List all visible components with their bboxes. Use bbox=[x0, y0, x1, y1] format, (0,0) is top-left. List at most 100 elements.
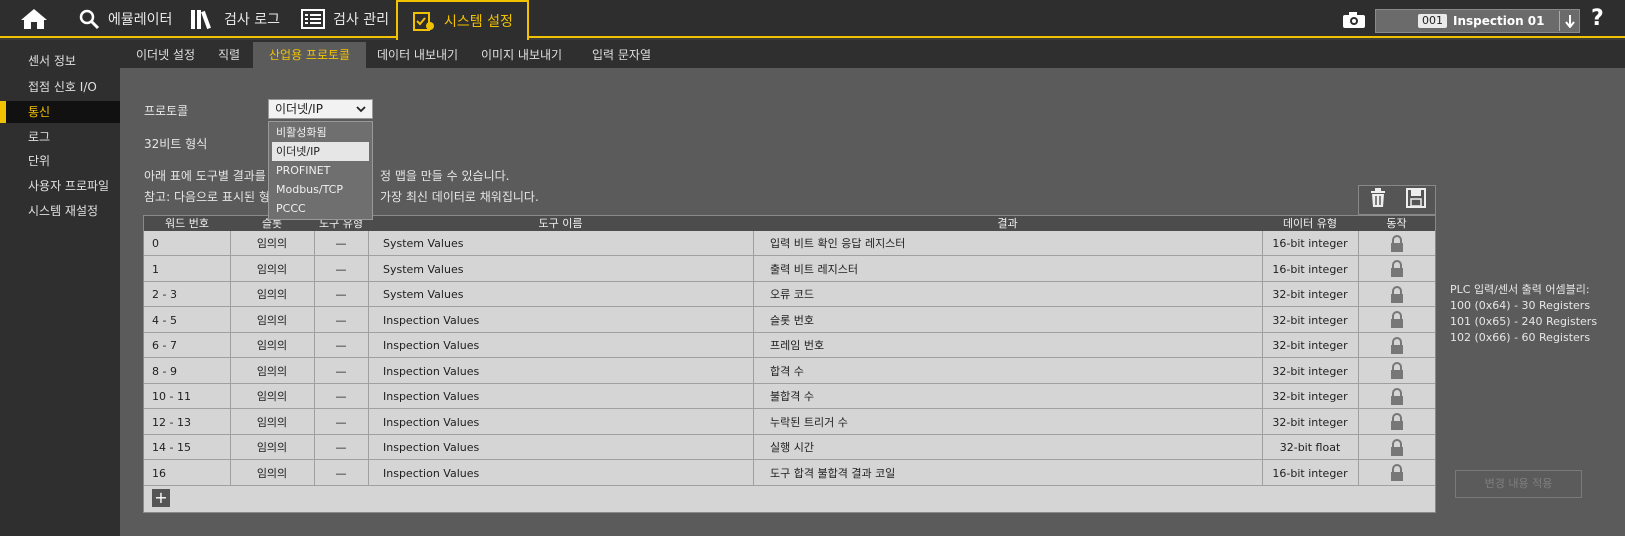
cell-tool-type: — bbox=[335, 390, 347, 403]
cell-word-number: 12 - 13 bbox=[152, 415, 191, 429]
cell-data-type: 32-bit integer bbox=[1272, 415, 1348, 429]
cell-tool-type: — bbox=[335, 262, 347, 276]
cell-result: 도구 합격 불합격 결과 코일 bbox=[770, 466, 896, 480]
table-row[interactable]: 10 - 11 임의의 — Inspection Values 불합격 수 32-bit … bbox=[144, 384, 1435, 409]
inspection-selector[interactable]: 001 Inspection 01 bbox=[1375, 9, 1580, 33]
lock-icon[interactable] bbox=[1358, 282, 1435, 307]
sidebar-item-io[interactable]: 접점 신호 I/O bbox=[0, 76, 120, 98]
table-row[interactable]: 12 - 13 임의의 — Inspection Values 누락된 트리거 수 32-… bbox=[144, 410, 1435, 435]
sidebar-item-units[interactable]: 단위 bbox=[0, 150, 120, 172]
apply-changes-button[interactable]: 변경 내용 적용 bbox=[1455, 470, 1582, 498]
list-icon bbox=[301, 9, 325, 29]
cell-result: 불합격 수 bbox=[770, 390, 814, 403]
lock-icon[interactable] bbox=[1358, 257, 1435, 282]
sidebar-item-communication[interactable]: 통신 bbox=[0, 101, 120, 123]
cell-tool-type: — bbox=[335, 237, 347, 250]
cell-data-type: 32-bit integer bbox=[1272, 339, 1348, 352]
table-toolbar bbox=[1358, 185, 1436, 215]
cell-tool-name: System Values bbox=[383, 262, 464, 276]
cell-data-type: 16-bit integer bbox=[1272, 237, 1348, 250]
plc-assembly-line: 102 (0x66) - 60 Registers bbox=[1450, 331, 1591, 344]
lock-icon[interactable] bbox=[1358, 231, 1435, 256]
cell-data-type: 32-bit integer bbox=[1272, 313, 1348, 327]
register-map-table: 워드 번호 슬롯 도구 유형 도구 이름 결과 데이터 유형 동작 0 임의의 — S… bbox=[143, 215, 1436, 513]
nav-system-settings[interactable]: 시스템 설정 bbox=[396, 0, 529, 40]
cell-data-type: 32-bit integer bbox=[1272, 288, 1348, 301]
tab-serial[interactable]: 직렬 bbox=[202, 42, 256, 68]
description-line-2-tail: 가장 최신 데이터로 채워집니다. bbox=[380, 190, 539, 204]
sidebar-item-sensor-info[interactable]: 센서 정보 bbox=[0, 50, 120, 72]
lock-icon[interactable] bbox=[1358, 333, 1435, 358]
description-line-1-tail: 정 맵을 만들 수 있습니다. bbox=[380, 169, 510, 183]
column-divider bbox=[1358, 231, 1359, 486]
table-row[interactable]: 1 임의의 — System Values 출력 비트 레지스터 16-bit integ… bbox=[144, 257, 1435, 282]
table-row[interactable]: 16 임의의 — Inspection Values 도구 합격 불합격 결과 코일 16… bbox=[144, 461, 1435, 486]
cell-tool-name: System Values bbox=[383, 288, 464, 301]
help-icon[interactable]: ? bbox=[1591, 6, 1604, 31]
cell-tool-name: System Values bbox=[383, 237, 464, 250]
protocol-select[interactable]: 이더넷/IP bbox=[268, 99, 373, 119]
dropdown-option-pccc[interactable]: PCCC bbox=[272, 199, 369, 218]
table-row[interactable]: 0 임의의 — System Values 입력 비트 확인 응답 레지스터 16-bit… bbox=[144, 231, 1435, 256]
save-icon[interactable] bbox=[1405, 188, 1426, 212]
cell-word-number: 1 bbox=[152, 262, 159, 276]
sidebar-item-system-reset[interactable]: 시스템 재설정 bbox=[0, 200, 120, 222]
cell-slot: 임의의 bbox=[256, 390, 288, 403]
home-icon[interactable] bbox=[20, 8, 50, 32]
table-row[interactable]: 8 - 9 임의의 — Inspection Values 합격 수 32-bit int… bbox=[144, 359, 1435, 384]
table-row[interactable]: 14 - 15 임의의 — Inspection Values 실행 시간 32-bit … bbox=[144, 435, 1435, 460]
protocol-dropdown-list: 비활성화됨 이더넷/IP PROFINET Modbus/TCP PCCC bbox=[268, 121, 373, 220]
cell-result: 프레임 번호 bbox=[770, 339, 825, 352]
protocol-select-value: 이더넷/IP bbox=[275, 102, 323, 116]
trash-icon[interactable] bbox=[1369, 188, 1387, 212]
cell-tool-name: Inspection Values bbox=[383, 364, 480, 378]
column-divider bbox=[368, 231, 369, 486]
dropdown-option-modbus-tcp[interactable]: Modbus/TCP bbox=[272, 180, 369, 199]
dropdown-option-disabled[interactable]: 비활성화됨 bbox=[272, 123, 369, 142]
lock-icon[interactable] bbox=[1358, 308, 1435, 333]
lock-icon[interactable] bbox=[1358, 359, 1435, 384]
cell-tool-name: Inspection Values bbox=[383, 441, 480, 454]
cell-tool-type: — bbox=[335, 364, 347, 378]
tab-input-string[interactable]: 입력 문자열 bbox=[576, 42, 667, 68]
nav-emulator[interactable]: 에뮬레이터 bbox=[78, 0, 172, 38]
add-row-button[interactable]: + bbox=[152, 489, 170, 507]
tab-data-export[interactable]: 데이터 내보내기 bbox=[361, 42, 474, 68]
dropdown-option-profinet[interactable]: PROFINET bbox=[272, 161, 369, 180]
dropdown-option-ethernet-ip[interactable]: 이더넷/IP bbox=[272, 142, 369, 161]
tab-image-export[interactable]: 이미지 내보내기 bbox=[465, 42, 578, 68]
cell-tool-name: Inspection Values bbox=[383, 339, 480, 352]
table-row[interactable]: 2 - 3 임의의 — System Values 오류 코드 32-bit intege… bbox=[144, 282, 1435, 307]
nav-inspection-management[interactable]: 검사 관리 bbox=[301, 0, 389, 38]
table-row[interactable]: 4 - 5 임의의 — Inspection Values 슬롯 번호 32-bit in… bbox=[144, 308, 1435, 333]
plc-assembly-line: 101 (0x65) - 240 Registers bbox=[1450, 315, 1598, 328]
cell-tool-name: Inspection Values bbox=[383, 466, 480, 480]
description-line-1: 아래 표에 도구별 결과를 bbox=[144, 169, 266, 183]
cell-slot: 임의의 bbox=[256, 441, 288, 454]
cell-result: 누락된 트리거 수 bbox=[770, 415, 848, 429]
cell-slot: 임의의 bbox=[256, 288, 288, 301]
column-divider bbox=[753, 231, 754, 486]
table-row[interactable]: 6 - 7 임의의 — Inspection Values 프레임 번호 32-bit i… bbox=[144, 333, 1435, 358]
search-gear-icon bbox=[79, 9, 100, 30]
books-icon bbox=[191, 10, 211, 30]
camera-icon[interactable] bbox=[1342, 11, 1366, 33]
plc-assembly-title: PLC 입력/센서 출력 어셈블리: bbox=[1450, 283, 1590, 296]
cell-result: 입력 비트 확인 응답 레지스터 bbox=[770, 237, 906, 250]
lock-icon[interactable] bbox=[1358, 435, 1435, 460]
column-divider bbox=[1262, 231, 1263, 486]
sidebar-item-log[interactable]: 로그 bbox=[0, 126, 120, 148]
tab-industrial-protocol[interactable]: 산업용 프로토콜 bbox=[253, 42, 367, 68]
lock-icon[interactable] bbox=[1358, 384, 1435, 409]
download-icon[interactable] bbox=[1559, 11, 1579, 31]
cell-word-number: 0 bbox=[152, 237, 159, 250]
column-divider bbox=[230, 231, 231, 486]
tab-ethernet-settings[interactable]: 이더넷 설정 bbox=[120, 42, 211, 68]
nav-inspection-log[interactable]: 검사 로그 bbox=[190, 0, 280, 38]
cell-slot: 임의의 bbox=[256, 466, 288, 480]
settings-checklist-icon bbox=[413, 12, 434, 31]
protocol-label: 프로토콜 bbox=[144, 104, 189, 118]
lock-icon[interactable] bbox=[1358, 410, 1435, 435]
lock-icon[interactable] bbox=[1358, 461, 1435, 486]
sidebar-item-user-profile[interactable]: 사용자 프로파일 bbox=[0, 175, 120, 197]
